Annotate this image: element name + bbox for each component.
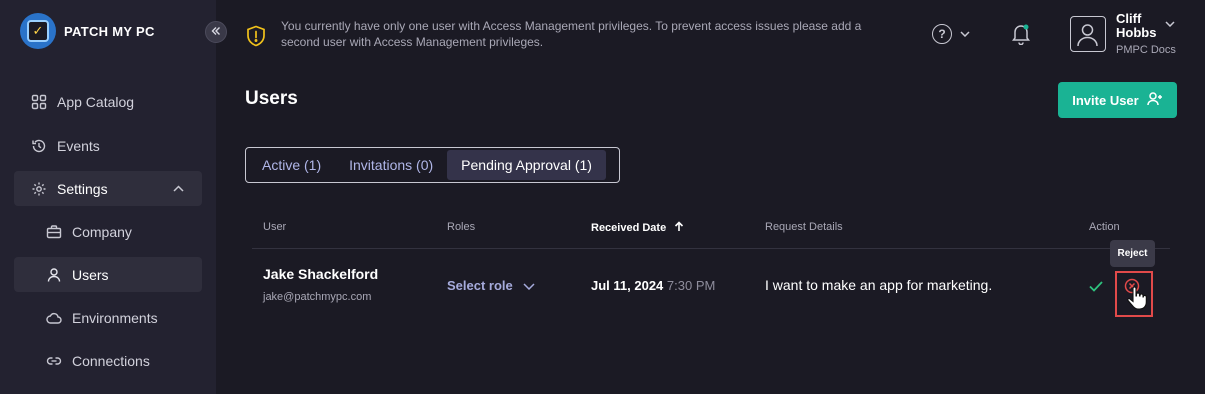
- column-header-action: Action: [1089, 221, 1120, 233]
- request-details-cell: I want to make an app for marketing.: [765, 277, 993, 293]
- invite-user-label: Invite User: [1072, 92, 1139, 108]
- brand-logo[interactable]: ✓ PATCH MY PC: [20, 13, 155, 49]
- briefcase-icon: [46, 224, 62, 240]
- invite-user-button[interactable]: Invite User: [1058, 82, 1177, 118]
- link-icon: [46, 353, 62, 369]
- received-time-value: 7:30 PM: [666, 278, 716, 293]
- sidebar-item-company[interactable]: Company: [14, 214, 202, 249]
- help-icon: ?: [932, 24, 952, 44]
- sidebar-item-app-catalog[interactable]: App Catalog: [14, 84, 202, 119]
- received-date-label: Received Date: [591, 222, 667, 234]
- sidebar-item-events[interactable]: Events: [14, 128, 202, 163]
- sort-ascending-icon: [674, 221, 684, 235]
- role-select-value: Select role: [447, 278, 513, 293]
- user-row-name: Jake Shackelford: [263, 266, 379, 282]
- user-row-email: jake@patchmypc.com: [263, 291, 372, 303]
- sidebar-item-label: Company: [72, 223, 132, 240]
- sidebar: ✓ PATCH MY PC App Catalog Events Setting…: [0, 0, 216, 394]
- double-chevron-left-icon: [211, 26, 221, 39]
- help-menu[interactable]: ?: [932, 24, 970, 44]
- cloud-icon: [46, 310, 62, 326]
- role-select[interactable]: Select role: [447, 278, 535, 293]
- sidebar-item-label: Events: [57, 137, 100, 154]
- column-header-roles: Roles: [447, 221, 476, 233]
- chevron-down-icon: [960, 29, 970, 40]
- user-organization: PMPC Docs: [1116, 44, 1176, 56]
- access-warning-banner: You currently have only one user with Ac…: [281, 19, 862, 49]
- reject-tooltip: Reject: [1110, 240, 1155, 267]
- grid-icon: [31, 94, 47, 110]
- warning-shield-icon: [246, 25, 266, 47]
- tab-pending-approval[interactable]: Pending Approval (1): [447, 150, 606, 180]
- column-header-request-details: Request Details: [765, 221, 843, 233]
- sidebar-item-label: Users: [72, 266, 109, 283]
- table-header-divider: [252, 248, 1170, 249]
- approve-check-icon[interactable]: [1088, 278, 1104, 294]
- page-title: Users: [245, 88, 298, 109]
- add-user-icon: [1146, 91, 1163, 110]
- sidebar-item-settings[interactable]: Settings: [14, 171, 202, 206]
- hand-pointer-cursor-icon: [1127, 286, 1147, 310]
- chevron-down-icon: [523, 278, 535, 293]
- sidebar-item-label: App Catalog: [57, 93, 135, 110]
- user-name[interactable]: Cliff Hobbs: [1116, 12, 1166, 40]
- tab-invitations[interactable]: Invitations (0): [335, 150, 447, 180]
- received-date-value: Jul 11, 2024: [591, 278, 664, 293]
- received-date-cell: Jul 11, 2024 7:30 PM: [591, 278, 715, 293]
- collapse-sidebar-button[interactable]: [205, 21, 227, 43]
- history-icon: [31, 138, 47, 154]
- chevron-up-icon: [173, 183, 184, 195]
- sidebar-item-environments[interactable]: Environments: [14, 300, 202, 335]
- sidebar-item-label: Environments: [72, 309, 158, 326]
- gear-icon: [31, 181, 47, 197]
- column-header-received-date[interactable]: Received Date: [591, 221, 684, 235]
- brand-name: PATCH MY PC: [64, 23, 155, 39]
- sidebar-item-label: Settings: [57, 180, 108, 197]
- tab-active[interactable]: Active (1): [248, 150, 335, 180]
- notifications-bell-icon[interactable]: [1011, 23, 1031, 46]
- sidebar-item-connections[interactable]: Connections: [14, 343, 202, 378]
- chevron-down-icon[interactable]: [1165, 19, 1175, 30]
- avatar[interactable]: [1070, 16, 1106, 52]
- sidebar-item-label: Connections: [72, 352, 150, 369]
- logo-icon: ✓: [20, 13, 56, 49]
- user-icon: [46, 267, 62, 283]
- user-status-tabs: Active (1) Invitations (0) Pending Appro…: [245, 147, 620, 183]
- sidebar-item-users[interactable]: Users: [14, 257, 202, 292]
- column-header-user: User: [263, 221, 287, 233]
